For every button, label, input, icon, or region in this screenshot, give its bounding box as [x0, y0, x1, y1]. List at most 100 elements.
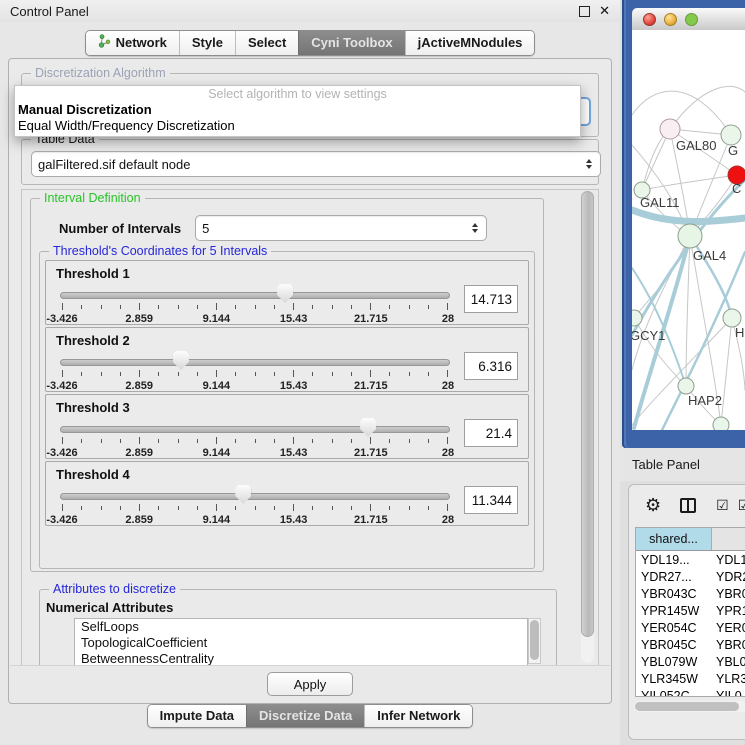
- numerical-attributes-list[interactable]: SelfLoopsTopologicalCoefficientBetweenne…: [74, 618, 528, 666]
- control-panel: Control Panel ✕ NetworkStyleSelectCyni T…: [0, 0, 620, 745]
- threshold-slider[interactable]: -3.4262.8599.14415.4321.71528: [60, 284, 450, 328]
- network-edge[interactable]: [632, 91, 731, 135]
- network-node[interactable]: [660, 119, 680, 139]
- network-edge[interactable]: [642, 175, 737, 190]
- table-cell: YBR0: [712, 638, 745, 652]
- close-traffic-light-icon[interactable]: [643, 13, 656, 26]
- algorithm-option[interactable]: Manual Discretization: [15, 102, 580, 118]
- network-node[interactable]: [721, 125, 741, 145]
- checkbox-icon[interactable]: ☑: [738, 497, 745, 514]
- threshold-value-field[interactable]: 11.344: [464, 486, 518, 514]
- tick-label: 21.715: [354, 380, 388, 392]
- threshold-value-field[interactable]: 6.316: [464, 352, 518, 380]
- table-cell: YBR043C: [636, 587, 712, 601]
- table-row[interactable]: YLR345WYLR3: [636, 670, 745, 687]
- threshold-value-field[interactable]: 14.713: [464, 285, 518, 313]
- algorithm-dropdown-popup: Select algorithm to view settings Manual…: [14, 85, 581, 137]
- network-canvas[interactable]: GAL80GCGAL11GAL4GCY1HHAP2: [632, 30, 745, 430]
- slider-handle[interactable]: [277, 284, 293, 303]
- bottom-tab-impute-data[interactable]: Impute Data: [148, 705, 246, 727]
- table-row[interactable]: YDL19...YDL1: [636, 551, 745, 568]
- slider-track[interactable]: [60, 292, 450, 299]
- table-header-row: shared...na: [636, 528, 745, 551]
- number-of-intervals-value: 5: [202, 221, 470, 236]
- checkbox-icon[interactable]: ☑: [716, 497, 729, 514]
- columns-icon[interactable]: [680, 498, 696, 513]
- table-data-select[interactable]: galFiltered.sif default node: [31, 151, 601, 177]
- float-window-icon[interactable]: [579, 6, 590, 17]
- column-header-1[interactable]: shared...: [636, 528, 712, 550]
- slider-handle[interactable]: [235, 485, 251, 504]
- table-horizontal-scrollbar[interactable]: [634, 701, 745, 712]
- column-header-2[interactable]: na: [712, 528, 745, 550]
- slider-track[interactable]: [60, 493, 450, 500]
- node-label: G: [728, 143, 738, 158]
- network-view-window[interactable]: GAL80GCGAL11GAL4GCY1HHAP2: [622, 0, 745, 448]
- threshold-slider[interactable]: -3.4262.8599.14415.4321.71528: [60, 485, 450, 529]
- tick-label: -3.426: [46, 447, 77, 459]
- threshold-label: Threshold 4: [56, 467, 518, 482]
- slider-handle[interactable]: [173, 351, 189, 370]
- tab-label: Cyni Toolbox: [311, 35, 392, 50]
- network-node[interactable]: [632, 310, 642, 326]
- slider-track[interactable]: [60, 359, 450, 366]
- thresholds-group-title: Threshold's Coordinates for 5 Intervals: [49, 244, 271, 259]
- network-edge[interactable]: [632, 210, 745, 222]
- node-label: C: [732, 181, 741, 196]
- tick-label: -3.426: [46, 514, 77, 526]
- attribute-list-item[interactable]: BetweennessCentrality: [75, 651, 527, 666]
- zoom-traffic-light-icon[interactable]: [685, 13, 698, 26]
- network-node[interactable]: [678, 378, 694, 394]
- tab-select[interactable]: Select: [235, 31, 298, 55]
- tab-cyni-toolbox[interactable]: Cyni Toolbox: [298, 31, 404, 55]
- tab-label: Select: [248, 35, 286, 50]
- close-icon[interactable]: ✕: [599, 5, 610, 17]
- node-table[interactable]: shared...na YDL19...YDL1YDR27...YDR2YBR0…: [635, 527, 745, 697]
- tab-jactivemnodules[interactable]: jActiveMNodules: [405, 31, 535, 55]
- attribute-list-item[interactable]: SelfLoops: [75, 619, 527, 635]
- slider-track[interactable]: [60, 426, 450, 433]
- table-data-value: galFiltered.sif default node: [38, 157, 584, 172]
- table-row[interactable]: YBR043CYBR0: [636, 585, 745, 602]
- threshold-slider[interactable]: -3.4262.8599.14415.4321.71528: [60, 418, 450, 462]
- attributes-list-scrollbar[interactable]: [528, 618, 541, 664]
- table-cell: YDR2: [712, 570, 745, 584]
- tab-label: Impute Data: [160, 708, 234, 723]
- network-edge[interactable]: [721, 318, 732, 425]
- network-node[interactable]: [678, 224, 702, 248]
- bottom-tab-bar: Impute Data Discretize DataInfer Network: [0, 704, 620, 728]
- tab-network[interactable]: Network: [86, 31, 179, 55]
- threshold-label: Threshold 1: [56, 266, 518, 281]
- table-row[interactable]: YER054CYER0: [636, 619, 745, 636]
- tick-label: 28: [442, 447, 454, 459]
- threshold-value-field[interactable]: 21.4: [464, 419, 518, 447]
- bottom-tab-discretize-data[interactable]: Discretize Data: [246, 705, 364, 727]
- node-label: GCY1: [632, 328, 665, 343]
- tick-label: 2.859: [125, 380, 153, 392]
- table-row[interactable]: YDR27...YDR2: [636, 568, 745, 585]
- table-row[interactable]: YIL052CYIL0: [636, 687, 745, 697]
- network-node[interactable]: [713, 417, 729, 430]
- table-cell: YBR0: [712, 587, 745, 601]
- number-of-intervals-select[interactable]: 5: [195, 215, 487, 241]
- table-row[interactable]: YBR045CYBR0: [636, 636, 745, 653]
- bottom-tab-infer-network[interactable]: Infer Network: [364, 705, 472, 727]
- table-row[interactable]: YPR145WYPR1: [636, 602, 745, 619]
- threshold-panel: Threshold 1 -3.4262.8599.14415.4321.71528…: [45, 260, 529, 325]
- table-row[interactable]: YBL079WYBL0: [636, 653, 745, 670]
- panel-scrollbar[interactable]: [581, 191, 594, 663]
- table-cell: YLR345W: [636, 672, 712, 686]
- gear-icon[interactable]: ⚙: [645, 495, 661, 515]
- attribute-list-item[interactable]: TopologicalCoefficient: [75, 635, 527, 651]
- number-of-intervals-label: Number of Intervals: [59, 221, 181, 236]
- apply-button[interactable]: Apply: [267, 672, 353, 696]
- tick-label: -3.426: [46, 313, 77, 325]
- slider-handle[interactable]: [360, 418, 376, 437]
- tab-style[interactable]: Style: [179, 31, 235, 55]
- tick-label: 15.43: [280, 313, 308, 325]
- threshold-slider[interactable]: -3.4262.8599.14415.4321.71528: [60, 351, 450, 395]
- algorithm-option[interactable]: Equal Width/Frequency Discretization: [15, 118, 580, 134]
- minimize-traffic-light-icon[interactable]: [664, 13, 677, 26]
- node-label: GAL80: [676, 138, 716, 153]
- network-edge[interactable]: [634, 236, 690, 318]
